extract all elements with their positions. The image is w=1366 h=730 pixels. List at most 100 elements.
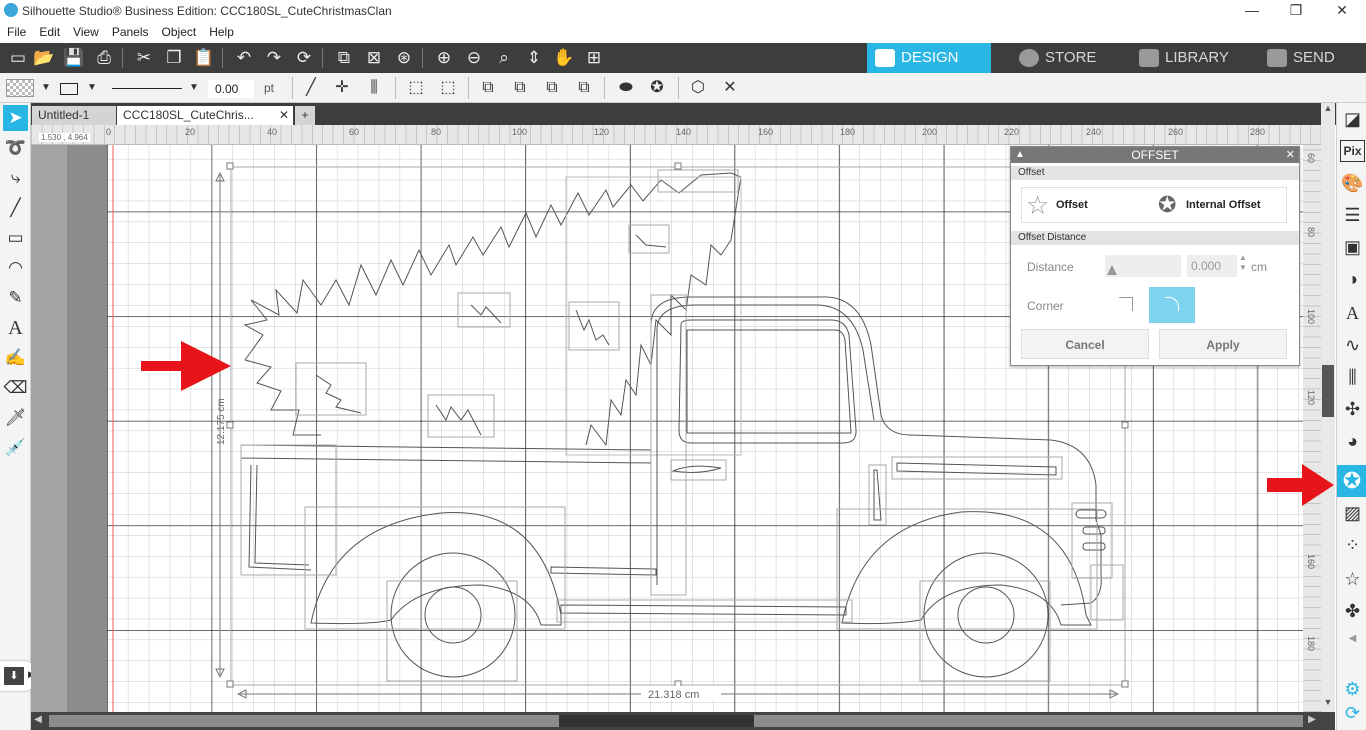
drag-zoom-icon[interactable]: ⇕ bbox=[522, 47, 546, 69]
sketch-pen-icon[interactable]: ✍ bbox=[3, 345, 28, 371]
ungroup-icon[interactable]: ⊠ bbox=[362, 47, 386, 69]
group-icon[interactable]: ⧉ bbox=[332, 47, 356, 69]
sync-icon[interactable]: ⟳ bbox=[1340, 699, 1365, 727]
zoom-select-icon[interactable]: ⌕ bbox=[492, 47, 516, 69]
transform-icon[interactable]: ⁘ bbox=[1340, 531, 1365, 559]
vertical-scroll-thumb[interactable] bbox=[1322, 365, 1334, 417]
line-width-input[interactable]: 0.00 bbox=[208, 80, 254, 98]
menu-view[interactable]: View bbox=[66, 22, 105, 39]
internal-offset-option[interactable]: ✪ Internal Offset bbox=[1158, 190, 1286, 220]
pixscan-icon[interactable]: Pix bbox=[1340, 140, 1365, 162]
save-icon[interactable]: 💾 bbox=[62, 47, 86, 69]
offset-option[interactable]: ☆ Offset bbox=[1024, 190, 1134, 220]
horizontal-scrollbar[interactable]: ◀ ▶ bbox=[31, 712, 1335, 730]
release-icon[interactable]: ⊛ bbox=[392, 47, 416, 69]
line-style-icon[interactable]: ☰ bbox=[1340, 201, 1365, 229]
close-button[interactable]: ✕ bbox=[1327, 2, 1357, 19]
sketch-icon[interactable]: ∿ bbox=[1340, 331, 1365, 359]
modify-icon[interactable]: ◕ bbox=[1340, 427, 1365, 455]
add-tab-button[interactable]: + bbox=[295, 106, 315, 125]
paste-icon[interactable]: 📋 bbox=[192, 47, 216, 69]
scale-icon[interactable]: ⬚ bbox=[404, 77, 428, 99]
draw-curve-icon[interactable]: ⤷ bbox=[3, 165, 28, 191]
print-icon[interactable]: ⎙ bbox=[92, 47, 116, 69]
fill-swatch[interactable] bbox=[6, 79, 34, 97]
menu-help[interactable]: Help bbox=[202, 22, 240, 39]
distance-input[interactable]: 0.000 bbox=[1187, 255, 1237, 277]
line-style-sample[interactable] bbox=[112, 88, 182, 89]
send-backward-icon[interactable]: ⧉ bbox=[572, 77, 596, 99]
line-color-swatch[interactable] bbox=[60, 83, 78, 95]
line-tool-icon[interactable]: ╱ bbox=[299, 77, 323, 99]
nesting-icon[interactable]: ✤ bbox=[1340, 597, 1365, 625]
minimize-button[interactable]: — bbox=[1237, 2, 1267, 18]
tab-design[interactable]: DESIGN bbox=[867, 43, 991, 73]
slider-handle[interactable] bbox=[1107, 265, 1117, 275]
menu-edit[interactable]: Edit bbox=[32, 22, 66, 39]
point-edit-icon[interactable]: ➰ bbox=[3, 135, 28, 161]
fill-dropdown-icon[interactable]: ▼ bbox=[34, 77, 58, 99]
fill-color-icon[interactable]: 🎨 bbox=[1340, 169, 1365, 197]
panel-close-icon[interactable]: ✕ bbox=[1286, 147, 1295, 163]
delete-icon[interactable]: ✕ bbox=[718, 77, 742, 99]
offset-icon[interactable]: ✪ bbox=[1337, 465, 1366, 497]
pencil-icon[interactable]: ✎ bbox=[3, 285, 28, 311]
offset-toolbar-icon[interactable]: ✪ bbox=[645, 77, 669, 99]
distance-slider[interactable] bbox=[1105, 255, 1181, 277]
weld-icon[interactable]: ⬬ bbox=[614, 77, 638, 99]
zoom-in-icon[interactable]: ⊕ bbox=[432, 47, 456, 69]
send-back-icon[interactable]: ⧉ bbox=[508, 77, 532, 99]
scroll-up-icon[interactable]: ▲ bbox=[1321, 103, 1335, 117]
line-icon[interactable]: ╱ bbox=[3, 195, 28, 221]
page-setup-icon[interactable]: ◪ bbox=[1340, 105, 1365, 133]
scroll-right-icon[interactable]: ▶ bbox=[1305, 714, 1319, 728]
contrast-icon[interactable]: ◑ bbox=[1340, 265, 1365, 293]
image-effects-icon[interactable]: ▣ bbox=[1340, 233, 1365, 261]
vertical-scrollbar[interactable]: ▲ ▼ bbox=[1321, 103, 1335, 712]
bring-forward-icon[interactable]: ⧉ bbox=[540, 77, 564, 99]
trace-icon[interactable]: ▨ bbox=[1340, 499, 1365, 527]
redo-icon[interactable]: ↷ bbox=[262, 47, 286, 69]
scroll-down-icon[interactable]: ▼ bbox=[1321, 697, 1335, 711]
collapse-icon[interactable]: ▲ bbox=[1015, 147, 1025, 163]
undo-icon[interactable]: ↶ bbox=[232, 47, 256, 69]
tab-library[interactable]: LIBRARY bbox=[1131, 43, 1256, 73]
eyedropper-icon[interactable]: 💉 bbox=[3, 435, 28, 461]
line-style-dropdown-icon[interactable]: ▼ bbox=[182, 77, 206, 99]
scroll-left-icon[interactable]: ◀ bbox=[31, 714, 45, 728]
corner-rounded-button[interactable] bbox=[1149, 287, 1195, 323]
align-icon[interactable]: ⫼ bbox=[362, 77, 386, 99]
distance-stepper[interactable]: ▲ ▼ bbox=[1239, 253, 1247, 273]
select-icon[interactable]: ➤ bbox=[3, 105, 28, 131]
3d-box-icon[interactable]: ⬡ bbox=[686, 77, 710, 99]
tab-send[interactable]: SEND bbox=[1259, 43, 1366, 73]
redraw-icon[interactable]: ⟳ bbox=[292, 47, 316, 69]
menu-object[interactable]: Object bbox=[155, 22, 203, 39]
collapse-left-icon[interactable]: ◀ bbox=[1340, 625, 1365, 653]
text-icon[interactable]: A bbox=[3, 315, 28, 341]
menu-file[interactable]: File bbox=[0, 22, 32, 39]
corner-sharp-button[interactable] bbox=[1107, 289, 1145, 323]
zoom-out-icon[interactable]: ⊖ bbox=[462, 47, 486, 69]
align-icon[interactable]: ⫼ bbox=[1340, 363, 1365, 391]
pan-icon[interactable]: ✋ bbox=[552, 47, 576, 69]
new-document-icon[interactable]: ▭ bbox=[6, 47, 30, 69]
line-color-dropdown-icon[interactable]: ▼ bbox=[80, 77, 104, 99]
copy-icon[interactable]: ❐ bbox=[162, 47, 186, 69]
replicate-icon[interactable]: ✣ bbox=[1340, 395, 1365, 423]
eraser-icon[interactable]: ⌫ bbox=[3, 375, 28, 401]
resize-icon[interactable]: ⬚ bbox=[436, 77, 460, 99]
ellipse-icon[interactable]: ◠ bbox=[3, 255, 28, 281]
open-folder-icon[interactable]: 📂 bbox=[32, 47, 56, 69]
cancel-button[interactable]: Cancel bbox=[1021, 329, 1149, 359]
menu-panels[interactable]: Panels bbox=[105, 22, 155, 39]
restore-button[interactable]: ❐ bbox=[1281, 2, 1311, 19]
move-icon[interactable]: ✛ bbox=[330, 77, 354, 99]
rectangle-icon[interactable]: ▭ bbox=[3, 225, 28, 251]
tab-cute-christmas[interactable]: CCC180SL_CuteChris... ✕ bbox=[117, 106, 293, 125]
tab-untitled-1[interactable]: Untitled-1 bbox=[32, 106, 116, 125]
apply-button[interactable]: Apply bbox=[1159, 329, 1287, 359]
close-tab-icon[interactable]: ✕ bbox=[279, 106, 289, 125]
text-style-icon[interactable]: A bbox=[1340, 299, 1365, 327]
tab-store[interactable]: STORE bbox=[1011, 43, 1121, 73]
